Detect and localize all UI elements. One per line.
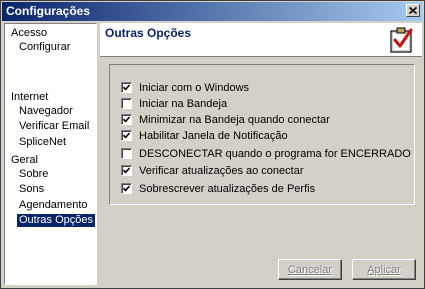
settings-window: Configurações Acesso Configurar Internet… [0, 0, 425, 289]
tree-category-internet[interactable]: Internet [11, 91, 48, 104]
option-label: Iniciar com o Windows [139, 81, 250, 94]
check-icon [123, 167, 130, 174]
tree-item-sons[interactable]: Sons [19, 183, 44, 196]
option-janela-notificacao[interactable]: Habilitar Janela de Notificação [121, 129, 288, 142]
option-iniciar-windows[interactable]: Iniciar com o Windows [121, 81, 249, 94]
tree-item-verificar-email[interactable]: Verificar Email [19, 120, 89, 133]
cancel-button-label: Cancelar [287, 263, 333, 276]
title-bar[interactable]: Configurações [2, 2, 423, 21]
checkbox[interactable] [121, 130, 132, 141]
option-iniciar-bandeja[interactable]: Iniciar na Bandeja [121, 97, 227, 110]
check-icon [123, 185, 130, 192]
option-label: Verificar atualizações ao conectar [139, 164, 304, 177]
tree-item-sobre[interactable]: Sobre [19, 168, 48, 181]
option-verificar-atualizacoes[interactable]: Verificar atualizações ao conectar [121, 164, 303, 177]
checkbox[interactable] [121, 114, 132, 125]
options-group: Iniciar com o Windows Iniciar na Bandeja… [109, 64, 415, 205]
close-icon [409, 7, 417, 14]
check-icon [123, 132, 130, 139]
tree-category-geral[interactable]: Geral [11, 154, 38, 167]
tree-item-navegador[interactable]: Navegador [19, 105, 73, 118]
checkbox[interactable] [121, 183, 132, 194]
page-title: Outras Opções [105, 26, 192, 40]
option-label: DESCONECTAR quando o programa for ENCERR… [139, 147, 411, 160]
tree-item-agendamento[interactable]: Agendamento [19, 199, 88, 212]
tree-item-outras-opcoes[interactable]: Outras Opções [17, 214, 95, 227]
window-title: Configurações [6, 4, 91, 18]
tree-item-configurar[interactable]: Configurar [19, 41, 70, 54]
option-label: Habilitar Janela de Notificação [139, 129, 288, 142]
check-icon [123, 84, 130, 91]
tree-item-splicenet[interactable]: SpliceNet [19, 136, 66, 149]
close-button[interactable] [406, 4, 420, 17]
checkbox[interactable] [121, 148, 132, 159]
option-minimizar-bandeja[interactable]: Minimizar na Bandeja quando conectar [121, 113, 330, 126]
page-header: Outras Opções [100, 23, 422, 57]
option-sobrescrever-perfis[interactable]: Sobrescrever atualizações de Perfis [121, 182, 315, 195]
apply-button-label: Aplicar [367, 263, 401, 276]
option-desconectar-encerrado[interactable]: DESCONECTAR quando o programa for ENCERR… [121, 147, 411, 160]
checkbox[interactable] [121, 82, 132, 93]
apply-button[interactable]: Aplicar [352, 259, 416, 280]
option-label: Iniciar na Bandeja [139, 97, 228, 110]
tree-category-acesso[interactable]: Acesso [11, 27, 47, 40]
cancel-button[interactable]: Cancelar [278, 259, 342, 280]
checklist-icon [390, 27, 413, 53]
check-icon [123, 116, 130, 123]
settings-tree[interactable]: Acesso Configurar Internet Navegador Ver… [4, 23, 97, 285]
option-label: Minimizar na Bandeja quando conectar [139, 113, 330, 126]
checkbox[interactable] [121, 98, 132, 109]
checkbox[interactable] [121, 165, 132, 176]
option-label: Sobrescrever atualizações de Perfis [139, 182, 316, 195]
